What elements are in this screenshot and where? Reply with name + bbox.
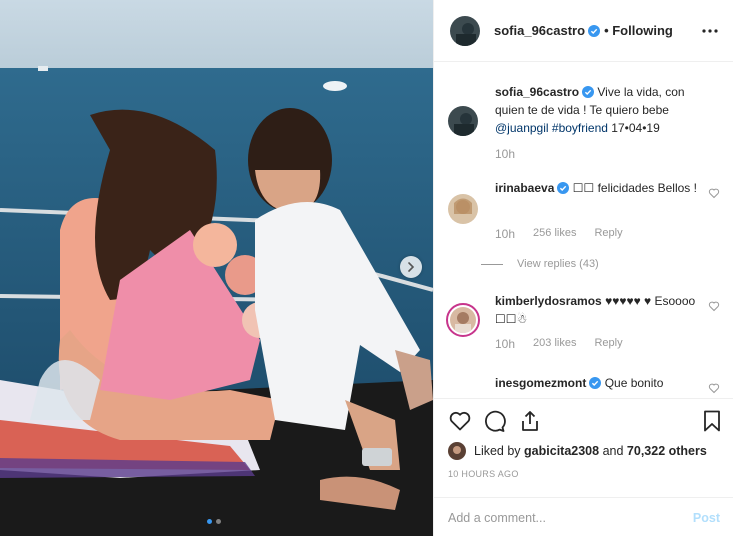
caption-time[interactable]: 10h	[495, 147, 515, 161]
carousel-next-button[interactable]	[400, 256, 422, 278]
comment-text: kimberlydosramos ♥♥♥♥♥ ♥ Esoooo ☐☐☃	[495, 292, 705, 328]
carousel-indicator	[207, 519, 221, 524]
caption-comment: sofia_96castro Vive la vida, con quien t…	[448, 83, 720, 173]
verified-badge-icon	[588, 24, 601, 37]
caption-username[interactable]: sofia_96castro	[495, 85, 579, 99]
following-status[interactable]: • Following	[604, 23, 673, 38]
bookmark-icon[interactable]	[700, 409, 724, 433]
comment-item: kimberlydosramos ♥♥♥♥♥ ♥ Esoooo ☐☐☃ 10h …	[446, 292, 720, 362]
post-actions: Liked by gabicita2308 and 70,322 others …	[434, 398, 733, 536]
likes-summary: Liked by gabicita2308 and 70,322 others	[448, 442, 707, 460]
liked-by-and: and	[602, 444, 624, 458]
comment-likes[interactable]: 256 likes	[533, 227, 576, 241]
liker-avatar[interactable]	[448, 442, 466, 460]
commenter-username[interactable]: inesgomezmont	[495, 376, 586, 390]
commenter-username[interactable]: kimberlydosramos	[495, 294, 602, 308]
comment-meta: 10h 203 likes Reply	[495, 337, 623, 351]
comments-list[interactable]: sofia_96castro Vive la vida, con quien t…	[434, 63, 733, 398]
comment-item: irinabaeva ☐☐ felicidades Bellos ! 10h 2…	[448, 179, 720, 249]
comment-time[interactable]: 10h	[495, 337, 515, 351]
heart-icon[interactable]	[448, 409, 472, 433]
author-username[interactable]: sofia_96castro	[494, 23, 585, 38]
verified-badge-icon	[582, 86, 595, 98]
commenter-username[interactable]: irinabaeva	[495, 181, 554, 195]
heart-icon[interactable]	[708, 187, 720, 199]
liked-by-user[interactable]: gabicita2308	[524, 444, 599, 458]
caption-date: 17•04•19	[611, 121, 660, 135]
reply-button[interactable]: Reply	[594, 227, 622, 241]
caption-meta: 10h	[495, 147, 515, 161]
comment-text: inesgomezmont Que bonito	[495, 374, 705, 392]
caption-text: sofia_96castro Vive la vida, con quien t…	[495, 83, 705, 137]
carousel-dot-active	[207, 519, 212, 524]
comment-text: irinabaeva ☐☐ felicidades Bellos !	[495, 179, 705, 197]
comment-likes[interactable]: 203 likes	[533, 337, 576, 351]
author-avatar[interactable]	[450, 15, 480, 46]
comment-body: Que bonito	[604, 376, 664, 390]
chevron-right-icon	[408, 262, 415, 272]
heart-icon[interactable]	[708, 382, 720, 394]
comment-meta: 10h 256 likes Reply	[495, 227, 623, 241]
verified-badge-icon	[557, 182, 570, 194]
reply-button[interactable]: Reply	[594, 337, 622, 351]
view-replies-button[interactable]: View replies (43)	[481, 258, 599, 270]
post-header: sofia_96castro • Following	[434, 0, 733, 62]
caption-avatar[interactable]	[448, 106, 478, 136]
post-sidebar: sofia_96castro • Following sofia_96castr…	[433, 0, 733, 536]
verified-badge-icon	[589, 377, 602, 389]
post-timestamp[interactable]: 10 HOURS AGO	[448, 469, 519, 479]
post-comment-button[interactable]: Post	[693, 511, 720, 525]
action-bar	[446, 409, 724, 435]
liked-by-prefix: Liked by	[474, 444, 521, 458]
post-photo[interactable]	[0, 0, 433, 536]
commenter-avatar[interactable]	[448, 194, 478, 224]
comment-body: ☐☐ felicidades Bellos !	[572, 181, 697, 195]
commenter-avatar-story[interactable]	[446, 303, 480, 337]
carousel-dot	[216, 519, 221, 524]
view-replies-label: View replies (43)	[517, 258, 599, 270]
comment-input[interactable]	[448, 510, 693, 525]
photo-scene	[0, 0, 433, 536]
heart-icon[interactable]	[708, 300, 720, 312]
comment-time[interactable]: 10h	[495, 227, 515, 241]
view-replies-line	[481, 263, 503, 265]
caption-mention-link[interactable]: @juanpgil	[495, 121, 549, 135]
comment-item: inesgomezmont Que bonito	[448, 374, 720, 398]
comment-icon[interactable]	[482, 409, 506, 433]
add-comment-bar: Post	[434, 497, 733, 536]
share-icon[interactable]	[518, 409, 542, 433]
more-options-icon[interactable]	[701, 22, 719, 40]
liked-by-others[interactable]: 70,322 others	[627, 444, 707, 458]
caption-hashtag-link[interactable]: #boyfriend	[552, 121, 608, 135]
